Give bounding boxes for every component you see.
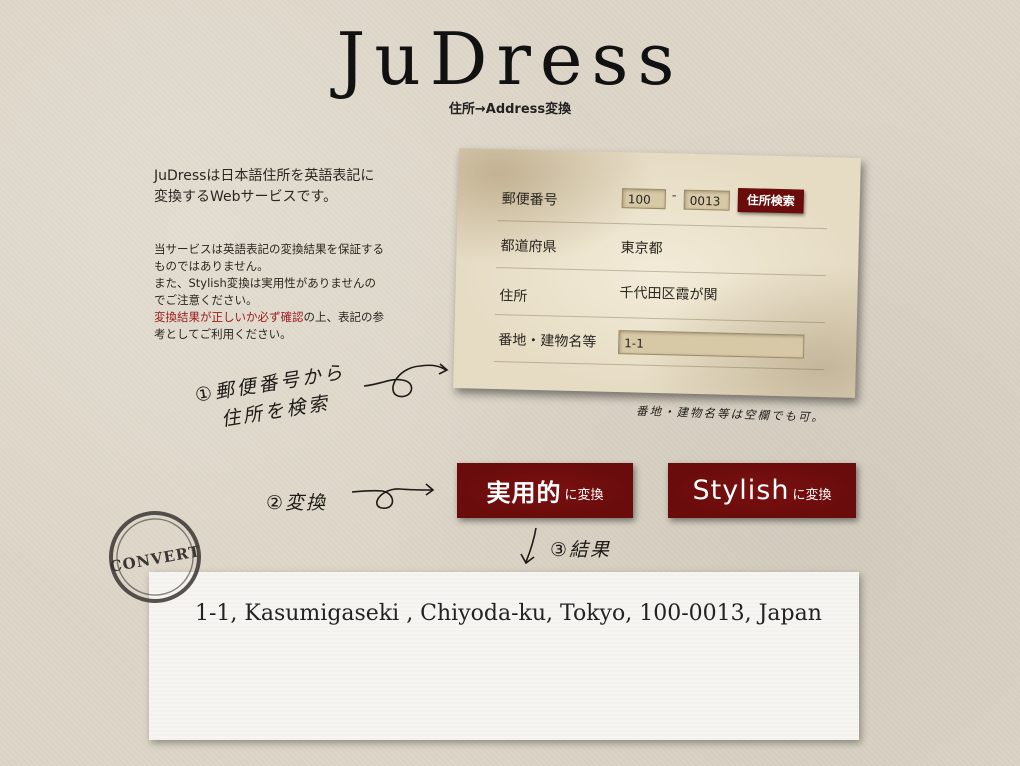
disclaimer-line: でご注意ください。: [154, 293, 258, 307]
convert-stylish-sub-label: に変換: [792, 488, 832, 503]
disclaimer-line: 当サービスは英語表記の変換結果を保証する: [154, 242, 384, 256]
warning-text: 変換結果が正しいか必ず確認: [154, 310, 304, 324]
convert-practical-main-label: 実用的: [486, 478, 562, 507]
step1-arrow-icon: [363, 363, 449, 398]
stamp-text: CONVERT: [108, 542, 202, 576]
address-value: 千代田区霞が関: [619, 285, 718, 304]
postal-code-second-input[interactable]: 0013: [683, 189, 731, 211]
address-search-button[interactable]: 住所検索: [737, 187, 805, 214]
postal-code-label: 郵便番号: [501, 191, 558, 209]
prefecture-value: 東京都: [620, 240, 663, 258]
disclaimer-text: 当サービスは英語表記の変換結果を保証する ものではありません。 また、Styli…: [154, 241, 404, 343]
convert-stylish-button[interactable]: Stylish に変換: [668, 463, 856, 518]
building-row: 番地・建物名等 1-1: [493, 314, 825, 371]
intro-line: JuDressは日本語住所を英語表記に: [154, 168, 375, 184]
intro-text: JuDressは日本語住所を英語表記に 変換するWebサービスです。: [154, 166, 414, 208]
disclaimer-line: 考としてご利用ください。: [154, 327, 292, 341]
intro-line: 変換するWebサービスです。: [154, 189, 338, 205]
disclaimer-line: また、Stylish変換は実用性がありませんの: [154, 276, 376, 290]
prefecture-label: 都道府県: [500, 238, 557, 256]
result-box: 1-1, Kasumigaseki , Chiyoda-ku, Tokyo, 1…: [149, 572, 859, 740]
step2-annotation: ②変換: [266, 492, 328, 514]
disclaimer-line: ものではありません。: [154, 259, 269, 273]
convert-stylish-main-label: Stylish: [692, 475, 790, 506]
address-form-card: 郵便番号 100 - 0013 住所検索 都道府県 東京都 住所 千代田区霞が関…: [453, 148, 861, 398]
postal-code-dash: -: [671, 188, 677, 204]
step2-arrow-icon: [351, 483, 435, 509]
building-label: 番地・建物名等: [498, 332, 597, 351]
site-subtitle: 住所→Address変換: [448, 102, 572, 117]
result-address-text[interactable]: 1-1, Kasumigaseki , Chiyoda-ku, Tokyo, 1…: [195, 594, 825, 633]
address-label: 住所: [499, 288, 528, 305]
postal-code-first-input[interactable]: 100: [621, 188, 667, 210]
disclaimer-text-rest: の上、表記の参: [303, 310, 385, 324]
optional-field-note: 番地・建物名等は空欄でも可。: [635, 403, 826, 425]
site-logo[interactable]: JuDress: [0, 14, 1020, 104]
step3-arrow-icon: [520, 527, 537, 565]
step1-annotation: ①郵便番号から 住所を検索: [193, 358, 352, 437]
step3-annotation: ③結果: [550, 539, 612, 561]
building-input[interactable]: 1-1: [618, 330, 805, 359]
disclaimer-line: 変換結果が正しいか必ず確認の上、表記の参: [154, 309, 404, 326]
convert-practical-sub-label: に変換: [564, 488, 604, 503]
convert-practical-button[interactable]: 実用的 に変換: [457, 463, 633, 518]
convert-stamp: CONVERT: [101, 503, 210, 612]
stamp-circle-icon: CONVERT: [108, 511, 202, 603]
